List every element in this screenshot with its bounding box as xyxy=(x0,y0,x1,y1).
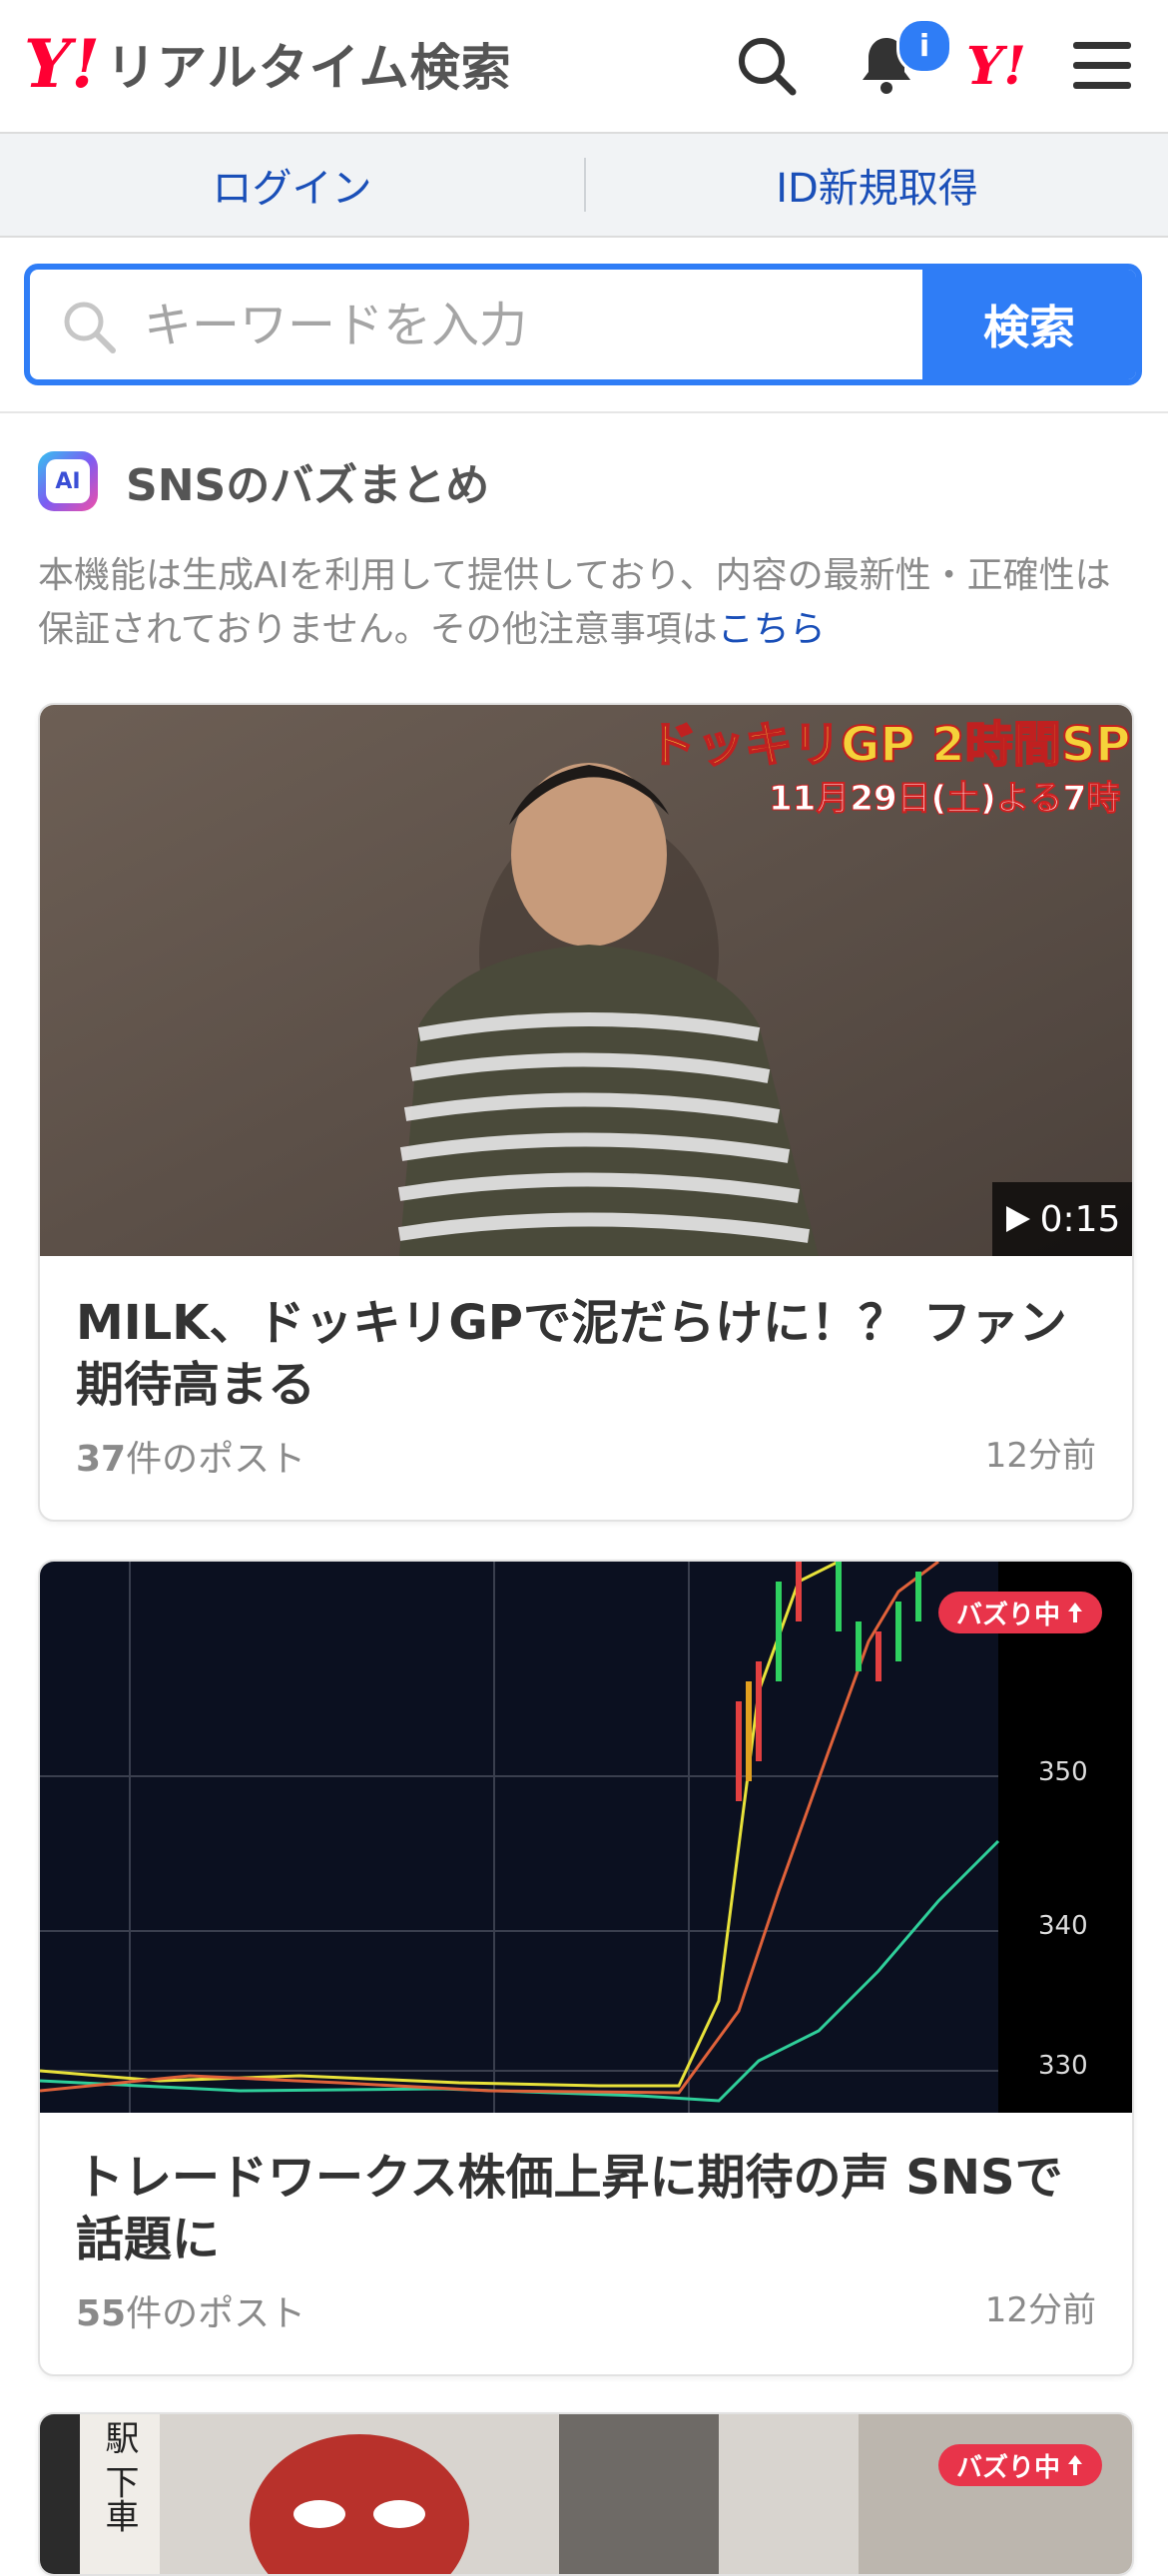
video-duration-badge: 0:15 xyxy=(992,1182,1132,1256)
yahoo-realtime-logo[interactable]: Y! リアルタイム検索 xyxy=(24,28,512,100)
buzz-card[interactable]: 駅 下車 バズり中 xyxy=(38,2412,1134,2576)
section-title: SNSのバズまとめ xyxy=(126,460,490,511)
register-link[interactable]: ID新規取得 xyxy=(586,134,1168,236)
ai-disclaimer: 本機能は生成AIを利用して提供しており、内容の最新性・正確性は保証されておりませ… xyxy=(38,549,1136,657)
card-photo-thumbnail[interactable]: 駅 下車 バズり中 xyxy=(40,2414,1132,2574)
buzz-badge-label: バズり中 xyxy=(955,2452,1060,2483)
post-count-number: 55 xyxy=(76,2293,127,2334)
divider xyxy=(0,411,1168,413)
search-button[interactable]: 検索 xyxy=(922,270,1136,379)
chart-axis-label: 330 xyxy=(1038,2051,1088,2081)
post-count-suffix: 件のポスト xyxy=(126,2293,306,2334)
card-timestamp: 12分前 xyxy=(984,2290,1096,2330)
video-duration: 0:15 xyxy=(1039,1198,1121,1240)
header: Y! リアルタイム検索 i Y! xyxy=(0,0,1168,134)
buzz-badge-label: バズり中 xyxy=(955,1600,1060,1630)
station-sign-text: 駅 下車 xyxy=(99,2420,139,2533)
section-header: AI SNSのバズまとめ xyxy=(38,449,489,513)
ai-icon-label: AI xyxy=(46,459,90,503)
post-count: 37件のポスト xyxy=(76,1430,305,1482)
card-video-thumbnail[interactable]: ドッキリGP 2時間SP 11月29日(土)よる7時 0:15 xyxy=(40,705,1132,1256)
buzz-badge: バズり中 xyxy=(937,2444,1102,2486)
post-count: 55件のポスト xyxy=(76,2284,305,2336)
disclaimer-text: 本機能は生成AIを利用して提供しており、内容の最新性・正確性は保証されておりませ… xyxy=(38,555,1111,650)
search-field-icon xyxy=(60,298,118,355)
login-link[interactable]: ログイン xyxy=(0,134,584,236)
search-input[interactable] xyxy=(142,290,944,361)
card-timestamp: 12分前 xyxy=(984,1436,1096,1476)
post-count-number: 37 xyxy=(76,1439,127,1480)
post-count-suffix: 件のポスト xyxy=(126,1439,306,1480)
ai-icon: AI xyxy=(38,451,98,511)
buzz-card[interactable]: 350 340 330 バズり中 トレードワークス株価上昇に期待の声 SNSで話… xyxy=(38,1560,1134,2376)
logo-service-name: リアルタイム検索 xyxy=(106,39,512,97)
trending-up-icon xyxy=(1068,1603,1082,1622)
program-title-overlay: ドッキリGP 2時間SP xyxy=(648,716,1131,774)
menu-icon[interactable] xyxy=(1062,26,1142,106)
card-title[interactable]: トレードワークス株価上昇に期待の声 SNSで話題に xyxy=(76,2147,1094,2270)
buzz-badge: バズり中 xyxy=(937,1592,1102,1633)
chart-axis-label: 350 xyxy=(1038,1757,1088,1787)
notification-badge: i xyxy=(896,18,952,74)
yahoo-japan-icon[interactable]: Y! xyxy=(966,36,1026,97)
yahoo-logo-mark: Y! xyxy=(24,25,101,103)
broadcast-date-overlay: 11月29日(土)よる7時 xyxy=(769,779,1121,820)
search-icon[interactable] xyxy=(727,26,807,106)
disclaimer-link[interactable]: こちら xyxy=(718,609,826,650)
card-title[interactable]: MILK、ドッキリGPで泥だらけに！？ ファン期待高まる xyxy=(76,1292,1094,1416)
trending-up-icon xyxy=(1068,2455,1082,2475)
search-box: 検索 xyxy=(24,264,1142,385)
chart-axis-label: 340 xyxy=(1038,1911,1088,1941)
card-chart-thumbnail[interactable]: 350 340 330 バズり中 xyxy=(40,1562,1132,2113)
play-icon xyxy=(1005,1206,1030,1232)
auth-bar: ログイン ID新規取得 xyxy=(0,134,1168,238)
buzz-card[interactable]: ドッキリGP 2時間SP 11月29日(土)よる7時 0:15 MILK、ドッキ… xyxy=(38,703,1134,1522)
